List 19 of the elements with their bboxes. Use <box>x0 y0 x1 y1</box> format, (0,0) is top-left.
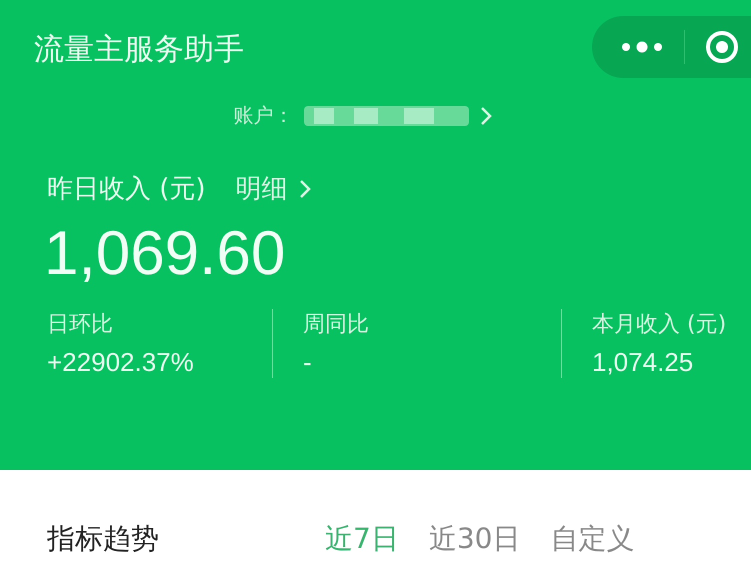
stat-value: - <box>303 347 313 378</box>
income-label: 昨日收入 (元) <box>47 173 206 206</box>
income-amount: 1,069.60 <box>43 218 286 289</box>
stat-label: 周同比 <box>303 311 370 339</box>
more-icon[interactable] <box>620 41 664 53</box>
detail-link[interactable]: 明细 <box>236 171 312 206</box>
section-title: 指标趋势 <box>47 521 160 557</box>
stat-label: 日环比 <box>47 311 114 339</box>
chevron-right-icon[interactable] <box>478 104 492 126</box>
stat-value: +22902.37% <box>47 347 195 378</box>
stat-value: 1,074.25 <box>592 347 694 378</box>
close-icon[interactable] <box>705 30 739 64</box>
chevron-right-icon <box>298 178 312 200</box>
account-label: 账户： <box>234 102 294 129</box>
stat-label: 本月收入 (元) <box>592 311 726 339</box>
range-tab[interactable]: 近7日 <box>325 520 399 558</box>
range-tab[interactable]: 近30日 <box>428 520 520 558</box>
app-title: 流量主服务助手 <box>34 30 244 68</box>
range-tab[interactable]: 自定义 <box>550 520 634 558</box>
